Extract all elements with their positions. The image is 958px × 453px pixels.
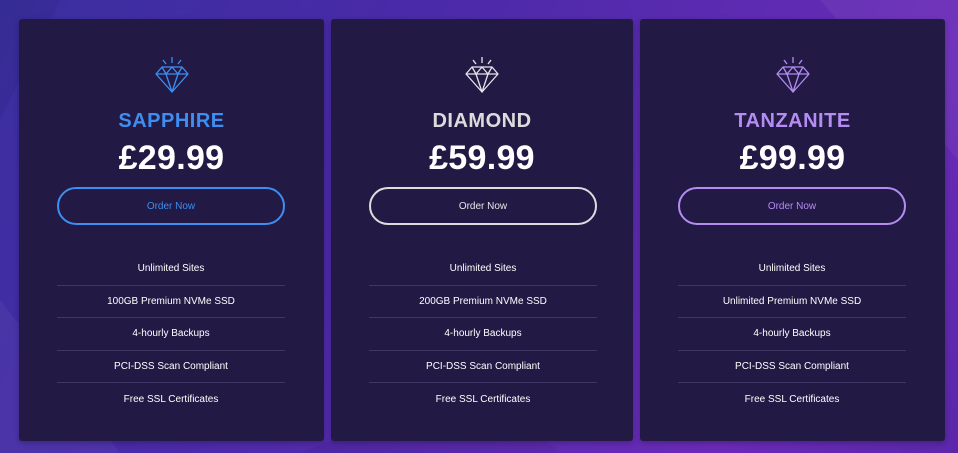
plan-card-tanzanite: TANZANITE £99.99 Order Now Unlimited Sit… — [640, 19, 945, 441]
feature-item: Free SSL Certificates — [744, 393, 840, 405]
plan-price: £99.99 — [739, 139, 846, 177]
feature-item: 200GB Premium NVMe SSD — [369, 286, 597, 318]
plan-name: DIAMOND — [432, 110, 532, 132]
feature-item: PCI-DSS Scan Compliant — [678, 351, 906, 383]
order-now-button[interactable]: Order Now — [369, 187, 597, 225]
feature-item: PCI-DSS Scan Compliant — [369, 351, 597, 383]
diamond-icon — [331, 55, 633, 95]
feature-item: Unlimited Sites — [369, 253, 597, 286]
feature-item: Unlimited Premium NVMe SSD — [678, 286, 906, 318]
feature-item: Free SSL Certificates — [435, 393, 531, 405]
feature-item: 4-hourly Backups — [57, 318, 285, 351]
feature-list: Unlimited Sites Unlimited Premium NVMe S… — [678, 253, 906, 416]
order-now-button[interactable]: Order Now — [678, 187, 906, 225]
feature-list: Unlimited Sites 100GB Premium NVMe SSD 4… — [57, 253, 285, 416]
feature-item: 100GB Premium NVMe SSD — [57, 286, 285, 318]
feature-item: PCI-DSS Scan Compliant — [57, 351, 285, 383]
order-now-button[interactable]: Order Now — [57, 187, 285, 225]
plan-card-sapphire: SAPPHIRE £29.99 Order Now Unlimited Site… — [19, 19, 324, 441]
diamond-icon — [640, 55, 945, 95]
feature-item: 4-hourly Backups — [369, 318, 597, 351]
diamond-icon — [19, 55, 324, 95]
feature-item: Unlimited Sites — [678, 253, 906, 286]
feature-list: Unlimited Sites 200GB Premium NVMe SSD 4… — [369, 253, 597, 416]
plan-name: SAPPHIRE — [118, 110, 225, 132]
plan-name: TANZANITE — [734, 110, 851, 132]
feature-item: Unlimited Sites — [57, 253, 285, 286]
plan-price: £29.99 — [118, 139, 225, 177]
feature-item: 4-hourly Backups — [678, 318, 906, 351]
plan-price: £59.99 — [429, 139, 535, 177]
plan-card-diamond: DIAMOND £59.99 Order Now Unlimited Sites… — [331, 19, 633, 441]
feature-item: Free SSL Certificates — [123, 393, 219, 405]
